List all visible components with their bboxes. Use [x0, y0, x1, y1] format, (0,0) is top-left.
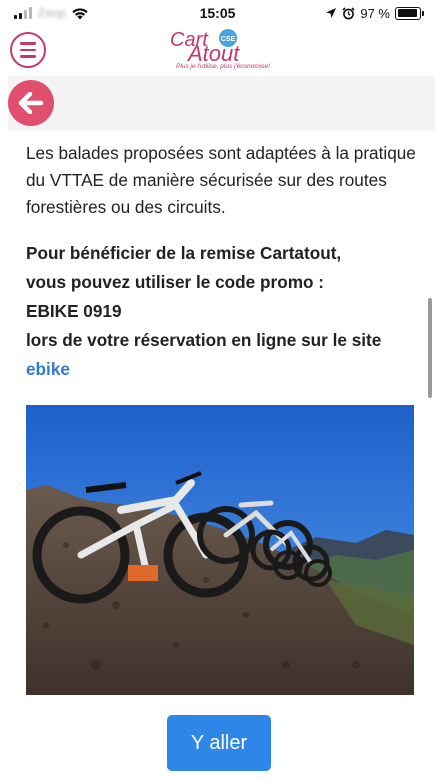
- battery-percent: 97 %: [360, 5, 390, 21]
- back-bar: [8, 76, 435, 131]
- hamburger-menu-icon: [20, 42, 36, 45]
- status-left: Zeop: [14, 6, 89, 20]
- app-header: Cart Atout CSE Plus je l'utilise, plus j…: [0, 26, 435, 76]
- intro-paragraph: Les balades proposées sont adaptées à la…: [26, 143, 416, 217]
- logo-tagline: Plus je l'utilise, plus j'économise!: [176, 63, 270, 70]
- status-right: 97 %: [325, 5, 424, 21]
- promo-line-2: vous pouvez utiliser le code promo :: [26, 272, 324, 292]
- scrollbar[interactable]: [428, 298, 432, 398]
- svg-text:CSE: CSE: [221, 36, 236, 43]
- location-arrow-icon: [326, 8, 337, 18]
- mountain-bikes-image: [26, 405, 414, 695]
- battery-icon: [395, 6, 424, 20]
- status-bar: Zeop 15:05 97 %: [0, 0, 435, 26]
- ebike-photo: [26, 405, 414, 695]
- promo-line-1: Pour bénéficier de la remise Cartatout,: [26, 243, 342, 263]
- article-content: Les balades proposées sont adaptées à la…: [26, 140, 421, 384]
- ebike-link[interactable]: ebike: [26, 355, 421, 384]
- status-time: 15:05: [199, 5, 236, 21]
- promo-code: EBIKE 0919: [26, 301, 122, 321]
- promo-paragraph: Pour bénéficier de la remise Cartatout, …: [26, 239, 421, 384]
- go-button[interactable]: Y aller: [167, 715, 271, 771]
- cellular-signal-icon: [14, 7, 32, 19]
- promo-line-3: lors de votre réservation en ligne sur l…: [26, 330, 382, 350]
- back-button[interactable]: [8, 80, 54, 126]
- menu-button[interactable]: [10, 32, 46, 68]
- wifi-icon: [72, 8, 89, 20]
- alarm-icon: [342, 6, 355, 19]
- carrier-name: Zeop: [38, 6, 66, 20]
- arrow-left-icon: [18, 92, 44, 114]
